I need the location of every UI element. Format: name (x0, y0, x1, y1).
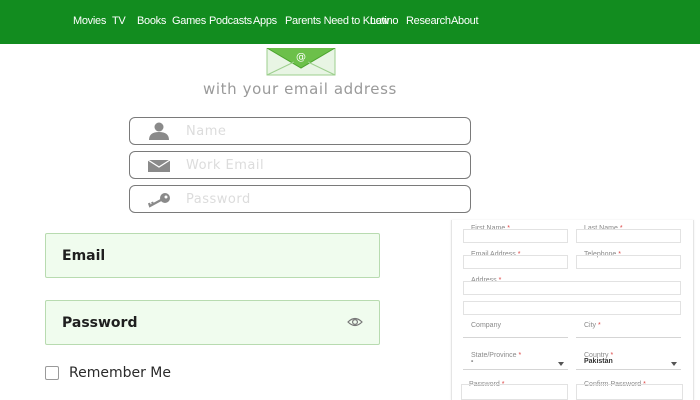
address-line-2-input[interactable] (463, 301, 681, 315)
login-email-field[interactable]: Email (45, 233, 380, 278)
show-password-eye-icon[interactable] (347, 315, 363, 329)
country-selected-value: Pakistan (584, 358, 613, 365)
address-line-1-input[interactable] (463, 281, 681, 295)
work-email-input[interactable]: Work Email (129, 151, 471, 179)
nav-item-apps[interactable]: Apps (253, 15, 277, 27)
registration-form-panel: First Name * Last Name * Email Address *… (451, 220, 694, 400)
svg-text:@: @ (296, 52, 306, 63)
city-input[interactable] (576, 324, 681, 338)
state-selected-value: - (471, 358, 474, 365)
envelope-icon (144, 156, 174, 174)
confirm-password-input[interactable] (576, 384, 683, 400)
country-dropdown-icon (671, 362, 677, 366)
password-placeholder: Password (186, 192, 251, 207)
remember-me-checkbox[interactable] (45, 366, 59, 380)
name-placeholder: Name (186, 124, 227, 139)
person-icon (144, 122, 174, 140)
state-select[interactable]: - (463, 356, 568, 370)
login-password-label: Password (62, 315, 138, 331)
nav-item-movies[interactable]: Movies (73, 15, 106, 27)
last-name-input[interactable] (576, 229, 681, 243)
telephone-input[interactable] (576, 255, 681, 269)
remember-me-label: Remember Me (69, 365, 171, 381)
signup-tagline: with your email address (203, 80, 397, 98)
nav-item-games[interactable]: Games (172, 15, 206, 27)
work-email-placeholder: Work Email (186, 158, 265, 173)
nav-item-podcasts[interactable]: Podcasts (209, 15, 252, 27)
nav-item-research[interactable]: Research (406, 15, 451, 27)
email-address-input[interactable] (463, 255, 568, 269)
nav-item-tv[interactable]: TV (112, 15, 126, 27)
signup-password-input[interactable]: Password (129, 185, 471, 213)
nav-item-about[interactable]: About (451, 15, 479, 27)
nav-item-books[interactable]: Books (137, 15, 166, 27)
state-dropdown-icon (558, 362, 564, 366)
company-input[interactable] (463, 324, 568, 338)
login-email-label: Email (62, 248, 106, 264)
key-icon (144, 190, 174, 208)
nav-item-latino[interactable]: Latino (370, 15, 398, 27)
first-name-input[interactable] (463, 229, 568, 243)
login-password-field[interactable]: Password (45, 300, 380, 345)
name-input[interactable]: Name (129, 117, 471, 145)
country-select[interactable]: Pakistan (576, 356, 681, 370)
email-envelope-icon: @ (266, 47, 336, 76)
form-password-input[interactable] (461, 384, 568, 400)
top-nav-bar: Movies TV Books Games Podcasts Apps Pare… (0, 0, 700, 44)
